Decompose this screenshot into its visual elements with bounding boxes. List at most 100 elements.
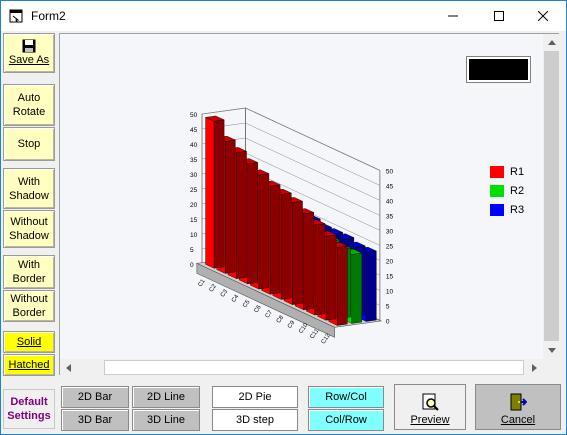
chevron-left-icon [66,363,71,372]
category-label: C3 [220,288,230,298]
chart-3d-bar: 0 0 5 5 10 10 15 15 20 20 25 25 30 30 35 35 40 40 45 45 50 50… [190,107,394,345]
chart-legend: R1 R2 R3 [490,162,524,219]
3d-line-label: 3D Line [147,414,185,426]
close-button[interactable] [520,1,566,31]
without-shadow-label-1: Without [10,216,48,228]
z-tick-label: 25 [386,243,394,250]
size-grip [543,359,560,376]
z-tick-label: 40 [386,198,394,205]
cancel-button[interactable]: Cancel [475,384,561,430]
scroll-down-button[interactable] [543,342,560,359]
category-label: C4 [231,293,241,303]
category-label: C2 [209,283,219,293]
legend-swatch-r1 [490,165,504,178]
legend-label-r1: R1 [510,165,525,178]
scroll-up-button[interactable] [543,34,560,51]
col-row-button[interactable]: Col/Row [308,409,384,431]
legend-swatch-r2 [490,184,504,197]
y-tick-label: 0 [190,262,194,269]
save-as-button[interactable]: Save As [3,33,55,73]
form2-window: Form2 Save As Auto Rotate Stop With Shad… [0,0,567,435]
2d-line-label: 2D Line [147,391,185,403]
scroll-right-button[interactable] [526,359,543,376]
y-tick-label: 20 [190,202,198,209]
bar-r1-c1-side [213,119,225,269]
vertical-scrollbar[interactable] [543,34,560,359]
without-shadow-button[interactable]: Without Shadow [3,210,55,248]
floppy-disk-icon [22,39,36,53]
exit-door-icon [509,393,528,414]
y-tick-label: 40 [190,142,198,149]
z-tick-label: 15 [386,273,394,280]
y-tick-label: 35 [190,157,198,164]
hatched-button[interactable]: Hatched [3,354,55,376]
chevron-right-icon [532,363,537,372]
category-label: C9 [287,319,297,329]
y-tick-label: 15 [190,217,198,224]
stop-label: Stop [17,138,41,150]
without-border-label-2: Border [12,307,46,319]
horizontal-scroll-thumb[interactable] [104,360,524,375]
color-sample-box[interactable] [466,56,531,83]
solid-button[interactable]: Solid [3,331,55,353]
without-border-label-1: Without [10,293,48,305]
minimize-button[interactable] [430,1,476,31]
2d-pie-label: 2D Pie [238,391,272,403]
with-border-button[interactable]: With Border [3,255,55,289]
legend-item-r3: R3 [490,200,524,219]
row-col-label: Row/Col [325,391,367,403]
horizontal-scrollbar[interactable] [60,359,543,376]
preview-button[interactable]: Preview [394,384,466,430]
with-shadow-label-2: Shadow [9,189,49,202]
bar-r1-c3-side [236,151,247,279]
legend-label-r3: R3 [510,203,525,216]
2d-bar-label: 2D Bar [77,391,113,403]
bar-r1-c2-side [224,139,236,274]
y-tick-label: 10 [190,232,198,239]
category-label: C1 [197,278,207,288]
bar-r1-c9-side [303,212,314,311]
category-label: C8 [276,314,286,324]
with-shadow-label-1: With [18,175,40,188]
cancel-label: Cancel [500,414,536,426]
z-tick-label: 30 [386,228,394,235]
bar-r1-c4-side [247,162,258,285]
bar-r2-c12-side [351,252,363,324]
y-tick-label: 5 [190,247,194,254]
stop-button[interactable]: Stop [3,127,55,161]
category-label: C6 [253,304,263,314]
2d-line-button[interactable]: 2D Line [132,386,200,408]
bar-r1-c11-side [325,234,337,321]
y-tick-label: 50 [190,112,198,119]
maximize-icon [494,11,504,21]
2d-pie-button[interactable]: 2D Pie [212,386,298,408]
hatched-label: Hatched [8,359,50,371]
scroll-left-button[interactable] [60,359,77,376]
2d-bar-button[interactable]: 2D Bar [61,386,129,408]
3d-bar-button[interactable]: 3D Bar [61,409,129,431]
without-border-button[interactable]: Without Border [3,290,55,322]
auto-rotate-label-1: Auto [17,92,41,104]
bar-r1-c12-side [336,245,348,326]
category-label: C5 [242,299,252,309]
z-tick-label: 5 [386,303,390,310]
without-shadow-label-2: Shadow [9,230,49,242]
bar-r1-c6-side [269,184,281,295]
vertical-scroll-thumb[interactable] [544,51,559,341]
chevron-up-icon [547,40,556,45]
default-settings-label-1: Default [10,396,48,408]
with-shadow-button[interactable]: With Shadow [3,168,55,209]
default-settings-label-2: Settings [7,410,51,422]
bar-r1-c5-side [258,173,270,290]
row-col-button[interactable]: Row/Col [308,386,384,408]
maximize-button[interactable] [476,1,522,31]
chart-frame: 0 0 5 5 10 10 15 15 20 20 25 25 30 30 35 35 40 40 45 45 50 50… [59,33,560,376]
3d-line-button[interactable]: 3D Line [132,409,200,431]
z-tick-label: 20 [386,258,394,265]
default-settings-button[interactable]: Default Settings [3,389,55,429]
auto-rotate-label-2: Rotate [12,106,46,118]
minimize-icon [448,15,458,17]
auto-rotate-button[interactable]: Auto Rotate [3,84,55,126]
3d-step-button[interactable]: 3D step [212,409,298,431]
title-bar: Form2 [1,1,566,31]
